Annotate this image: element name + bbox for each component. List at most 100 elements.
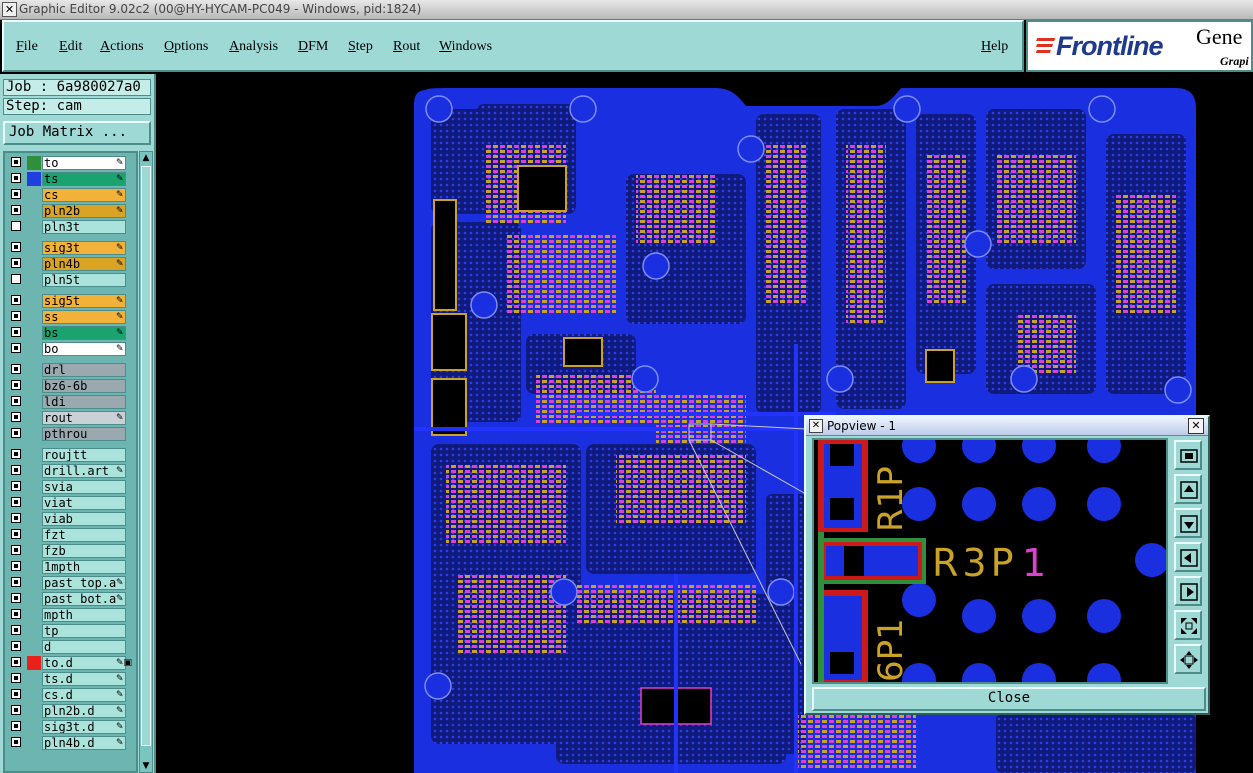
layer-color-swatch[interactable] xyxy=(27,379,41,393)
layer-row[interactable]: pthrou xyxy=(7,427,135,441)
layer-checkbox[interactable] xyxy=(11,705,21,715)
layer-color-swatch[interactable] xyxy=(27,326,41,340)
layer-name[interactable]: pln4b.d xyxy=(42,736,126,750)
layer-name[interactable]: pln2b.d xyxy=(42,704,126,718)
layer-name[interactable]: fzt xyxy=(42,528,126,542)
layer-color-swatch[interactable] xyxy=(27,427,41,441)
layer-list-scrollbar[interactable]: ▲ ▼ xyxy=(139,151,153,773)
layer-color-swatch[interactable] xyxy=(27,220,41,234)
layer-color-swatch[interactable] xyxy=(27,608,41,622)
layer-name[interactable]: sig5t xyxy=(42,294,126,308)
layer-checkbox[interactable] xyxy=(11,465,21,475)
layer-row[interactable]: roujtt xyxy=(7,448,135,462)
layer-name[interactable]: mpth xyxy=(42,608,126,622)
layer-name[interactable]: roujtt xyxy=(42,448,126,462)
layer-row[interactable]: ts ✎ xyxy=(7,172,135,186)
layer-color-swatch[interactable] xyxy=(27,241,41,255)
layer-checkbox[interactable] xyxy=(11,609,21,619)
layer-name[interactable]: ts xyxy=(42,172,126,186)
layer-row[interactable]: bo ✎ xyxy=(7,342,135,356)
layer-color-swatch[interactable] xyxy=(27,294,41,308)
layer-name[interactable]: cs xyxy=(42,188,126,202)
layer-checkbox[interactable] xyxy=(11,641,21,651)
layer-name[interactable]: cs.d xyxy=(42,688,126,702)
layer-row[interactable]: drill.art ✎ xyxy=(7,464,135,478)
layer-checkbox[interactable] xyxy=(11,221,21,231)
layer-name[interactable]: ts.d xyxy=(42,672,126,686)
layer-row[interactable]: pln5t xyxy=(7,273,135,287)
layer-checkbox[interactable] xyxy=(11,625,21,635)
menu-options[interactable]: Options xyxy=(164,38,208,56)
layer-color-swatch[interactable] xyxy=(27,544,41,558)
layer-row[interactable]: past_bot.a ✎ xyxy=(7,592,135,606)
layer-row[interactable]: 1mpth xyxy=(7,560,135,574)
layer-color-swatch[interactable] xyxy=(27,656,41,670)
layer-row[interactable]: viat xyxy=(7,496,135,510)
layer-color-swatch[interactable] xyxy=(27,736,41,750)
layer-name[interactable]: to.d xyxy=(42,656,126,670)
layer-name[interactable]: viab xyxy=(42,512,126,526)
layer-checkbox[interactable] xyxy=(11,412,21,422)
layer-color-swatch[interactable] xyxy=(27,156,41,170)
layer-color-swatch[interactable] xyxy=(27,592,41,606)
layer-color-swatch[interactable] xyxy=(27,672,41,686)
popview-menu-icon[interactable]: ✕ xyxy=(809,419,823,433)
layer-name[interactable]: sig3t xyxy=(42,241,126,255)
layer-color-swatch[interactable] xyxy=(27,363,41,377)
layer-checkbox[interactable] xyxy=(11,311,21,321)
layer-color-swatch[interactable] xyxy=(27,496,41,510)
menu-rout[interactable]: Rout xyxy=(393,38,420,56)
job-matrix-button[interactable]: Job Matrix ... xyxy=(3,121,151,145)
layer-color-swatch[interactable] xyxy=(27,310,41,324)
popview-pan-down-button[interactable] xyxy=(1174,508,1202,538)
popview-title-bar[interactable]: ✕ Popview - 1 ✕ xyxy=(806,417,1208,436)
popview-pan-left-button[interactable] xyxy=(1174,542,1202,572)
layer-checkbox[interactable] xyxy=(11,295,21,305)
layer-row[interactable]: bz6-6b xyxy=(7,379,135,393)
layer-color-swatch[interactable] xyxy=(27,640,41,654)
layer-name[interactable]: to xyxy=(42,156,126,170)
layer-name[interactable]: tp xyxy=(42,624,126,638)
layer-checkbox[interactable] xyxy=(11,157,21,167)
layer-row[interactable]: ts.d ✎ xyxy=(7,672,135,686)
layer-color-swatch[interactable] xyxy=(27,512,41,526)
layer-row[interactable]: tp xyxy=(7,624,135,638)
layer-checkbox[interactable] xyxy=(11,721,21,731)
layer-row[interactable]: sig3t.d ✎ xyxy=(7,720,135,734)
popview-canvas[interactable]: R1P R3P 1 6P1 xyxy=(812,438,1168,684)
layer-color-swatch[interactable] xyxy=(27,172,41,186)
layer-row[interactable]: mpth xyxy=(7,608,135,622)
layer-color-swatch[interactable] xyxy=(27,395,41,409)
popview-zoom-fit-button[interactable] xyxy=(1174,440,1202,470)
layer-name[interactable]: sig3t.d xyxy=(42,720,126,734)
layer-checkbox[interactable] xyxy=(11,481,21,491)
layer-row[interactable]: sig5t ✎ xyxy=(7,294,135,308)
layer-color-swatch[interactable] xyxy=(27,528,41,542)
menu-help[interactable]: Help xyxy=(981,38,1008,56)
layer-row[interactable]: sig3t ✎ xyxy=(7,241,135,255)
layer-row[interactable]: drl xyxy=(7,363,135,377)
layer-row[interactable]: past_top.a ✎ xyxy=(7,576,135,590)
layer-color-swatch[interactable] xyxy=(27,624,41,638)
layer-checkbox[interactable] xyxy=(11,380,21,390)
layer-row[interactable]: pln4b.d ✎ xyxy=(7,736,135,750)
menu-edit[interactable]: Edit xyxy=(59,38,82,56)
layer-checkbox[interactable] xyxy=(11,428,21,438)
layer-row[interactable]: pln2b ✎ xyxy=(7,204,135,218)
layer-name[interactable]: pln3t xyxy=(42,220,126,234)
layer-checkbox[interactable] xyxy=(11,657,21,667)
layer-checkbox[interactable] xyxy=(11,561,21,571)
layer-name[interactable]: fzb xyxy=(42,544,126,558)
layer-checkbox[interactable] xyxy=(11,189,21,199)
layer-name[interactable]: drill.art xyxy=(42,464,126,478)
layer-name[interactable]: pthrou xyxy=(42,427,126,441)
scroll-up-arrow-icon[interactable]: ▲ xyxy=(141,152,151,164)
layer-checkbox[interactable] xyxy=(11,529,21,539)
layer-row[interactable]: pln3t xyxy=(7,220,135,234)
layer-color-swatch[interactable] xyxy=(27,464,41,478)
layer-name[interactable]: rout xyxy=(42,411,126,425)
layer-checkbox[interactable] xyxy=(11,449,21,459)
layer-checkbox[interactable] xyxy=(11,593,21,603)
layer-color-swatch[interactable] xyxy=(27,480,41,494)
layer-checkbox[interactable] xyxy=(11,327,21,337)
